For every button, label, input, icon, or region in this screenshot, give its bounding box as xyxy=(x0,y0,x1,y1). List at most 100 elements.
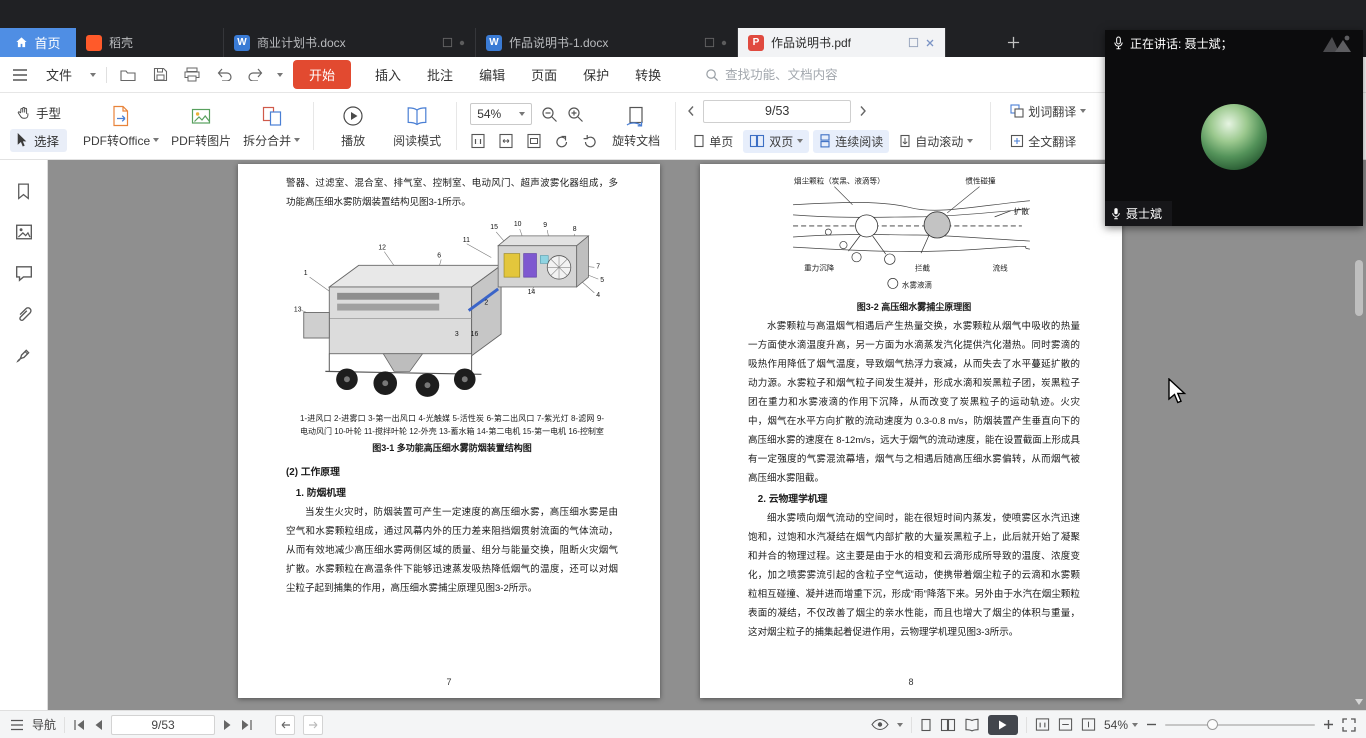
fit-width-button-icon[interactable] xyxy=(1081,717,1096,732)
tab-document-2[interactable]: W 作品说明书-1.docx xyxy=(476,28,738,57)
popout-window-icon[interactable] xyxy=(704,37,715,48)
print-button[interactable] xyxy=(181,64,203,86)
thumbnails-icon[interactable] xyxy=(15,223,33,241)
reading-mode-button[interactable]: 阅读模式 xyxy=(385,97,449,155)
signature-icon[interactable] xyxy=(15,346,33,364)
pdf-to-office-button[interactable]: PDF转Office xyxy=(77,97,165,155)
scroll-down-icon[interactable] xyxy=(1354,697,1364,707)
machine-structure-diagram: 1 2 3 4 5 6 7 8 9 10 11 12 13 14 xyxy=(290,216,614,408)
single-page-button[interactable]: 单页 xyxy=(687,130,739,153)
attachment-icon[interactable] xyxy=(15,305,33,323)
quick-toolbar-caret-icon[interactable] xyxy=(277,73,283,77)
actual-size-icon[interactable] xyxy=(470,133,486,149)
page-indicator-box[interactable]: 9/53 xyxy=(703,100,851,123)
fit-page-icon[interactable] xyxy=(498,133,514,149)
redo-button[interactable] xyxy=(245,64,267,86)
popout-window-icon[interactable] xyxy=(442,37,453,48)
menu-protect[interactable]: 保护 xyxy=(575,61,617,88)
last-page-icon[interactable] xyxy=(240,719,253,731)
word-translate-button[interactable]: 划词翻译 xyxy=(1004,100,1092,123)
fit-page-button-icon[interactable] xyxy=(1058,717,1073,732)
dropdown-caret-icon xyxy=(153,138,159,142)
zoom-out-icon[interactable] xyxy=(541,106,558,123)
first-page-icon[interactable] xyxy=(73,719,86,731)
function-search[interactable] xyxy=(705,68,875,82)
zoom-slider[interactable] xyxy=(1165,724,1315,726)
zoom-minus-icon[interactable] xyxy=(1146,719,1157,730)
zoom-in-icon[interactable] xyxy=(567,106,584,123)
zoom-value: 54% xyxy=(477,107,501,121)
vertical-scrollbar[interactable] xyxy=(1352,160,1366,710)
close-tab-icon[interactable] xyxy=(925,38,935,48)
tab-docer-label: 稻壳 xyxy=(109,34,133,51)
menu-convert[interactable]: 转换 xyxy=(627,61,669,88)
previous-page-icon[interactable] xyxy=(687,105,695,117)
menu-edit[interactable]: 编辑 xyxy=(471,61,513,88)
menu-start-tab[interactable]: 开始 xyxy=(293,60,351,89)
svg-text:4: 4 xyxy=(596,292,600,299)
presentation-play-button[interactable] xyxy=(988,715,1018,735)
tab-home[interactable]: 首页 xyxy=(0,28,76,57)
tab-docer[interactable]: 稻壳 xyxy=(76,28,224,57)
menu-annotate[interactable]: 批注 xyxy=(419,61,461,88)
menu-insert[interactable]: 插入 xyxy=(367,61,409,88)
rotate-right-icon[interactable] xyxy=(582,133,598,149)
continuous-reading-button[interactable]: 连续阅读 xyxy=(813,130,889,153)
svg-text:10: 10 xyxy=(514,221,522,228)
navigation-toggle[interactable]: 导航 xyxy=(10,716,56,733)
new-tab-button[interactable] xyxy=(1001,31,1025,55)
tab-ghost-icons xyxy=(704,37,727,48)
undo-button[interactable] xyxy=(213,64,235,86)
split-merge-button[interactable]: 拆分合并 xyxy=(237,97,306,155)
document-canvas[interactable]: 警器、过滤室、混合室、排气室、控制室、电动风门、超声波雾化器组成，多功能高压细水… xyxy=(48,160,1366,710)
zoom-select[interactable]: 54% xyxy=(470,103,532,125)
open-file-button[interactable] xyxy=(117,64,139,86)
save-button[interactable] xyxy=(149,64,171,86)
tab-document-1[interactable]: W 商业计划书.docx xyxy=(224,28,476,57)
eye-protect-button[interactable] xyxy=(871,718,903,731)
next-page-icon[interactable] xyxy=(859,105,867,117)
file-caret-icon[interactable] xyxy=(90,73,96,77)
menu-page[interactable]: 页面 xyxy=(523,61,565,88)
zoom-plus-icon[interactable] xyxy=(1323,719,1334,730)
comments-icon[interactable] xyxy=(15,264,33,282)
double-page-view-icon[interactable] xyxy=(940,718,956,732)
hand-tool-button[interactable]: 手型 xyxy=(10,101,67,124)
auto-scroll-icon xyxy=(899,134,911,148)
select-tool-button[interactable]: 选择 xyxy=(10,129,67,152)
popout-window-icon[interactable] xyxy=(908,37,919,48)
auto-scroll-button[interactable]: 自动滚动 xyxy=(893,130,979,153)
pdf-to-image-button[interactable]: PDF转图片 xyxy=(165,97,237,155)
figure-3-2-caption: 图3-2 高压细水雾捕尘原理图 xyxy=(748,300,1080,314)
single-page-view-icon[interactable] xyxy=(920,718,932,732)
rotate-document-button[interactable]: 旋转文档 xyxy=(604,97,668,155)
actual-size-button-icon[interactable] xyxy=(1035,717,1050,732)
pdf-page-8: 烟尘颗粒（炭黑、液滴等） 惯性碰撞 xyxy=(700,164,1122,698)
full-translate-button[interactable]: 全文翻译 xyxy=(1004,130,1092,153)
video-call-overlay[interactable]: 正在讲话: 聂士斌； 聂士斌 xyxy=(1105,30,1363,226)
prev-page-icon[interactable] xyxy=(94,719,103,731)
play-button[interactable]: 播放 xyxy=(321,97,385,155)
next-page-icon[interactable] xyxy=(223,719,232,731)
statusbar-zoom-select[interactable]: 54% xyxy=(1104,718,1138,732)
book-view-icon[interactable] xyxy=(964,718,980,732)
history-back-button[interactable] xyxy=(275,715,295,735)
statusbar-page-box[interactable]: 9/53 xyxy=(111,715,215,735)
tab-strip: 首页 稻壳 W 商业计划书.docx W 作品说明书-1.docx xyxy=(0,28,1025,57)
tab-document-pdf-active[interactable]: P 作品说明书.pdf xyxy=(738,28,946,57)
zoom-slider-thumb[interactable] xyxy=(1207,719,1218,730)
double-page-button[interactable]: 双页 xyxy=(743,130,809,153)
menu-file[interactable]: 文件 xyxy=(38,61,80,88)
fullscreen-icon[interactable] xyxy=(1342,718,1356,732)
rotate-left-icon[interactable] xyxy=(554,133,570,149)
history-forward-button[interactable] xyxy=(303,715,323,735)
main-menu-icon[interactable] xyxy=(12,68,28,82)
fit-width-icon[interactable] xyxy=(526,133,542,149)
bookmarks-icon[interactable] xyxy=(15,182,32,200)
dropdown-caret-icon xyxy=(967,139,973,143)
pdf-page-7: 警器、过滤室、混合室、排气室、控制室、电动风门、超声波雾化器组成，多功能高压细水… xyxy=(238,164,660,698)
page8-number: 8 xyxy=(700,677,1122,687)
search-input[interactable] xyxy=(725,68,875,82)
continuous-reading-label: 连续阅读 xyxy=(835,133,883,150)
scrollbar-thumb[interactable] xyxy=(1355,260,1363,316)
